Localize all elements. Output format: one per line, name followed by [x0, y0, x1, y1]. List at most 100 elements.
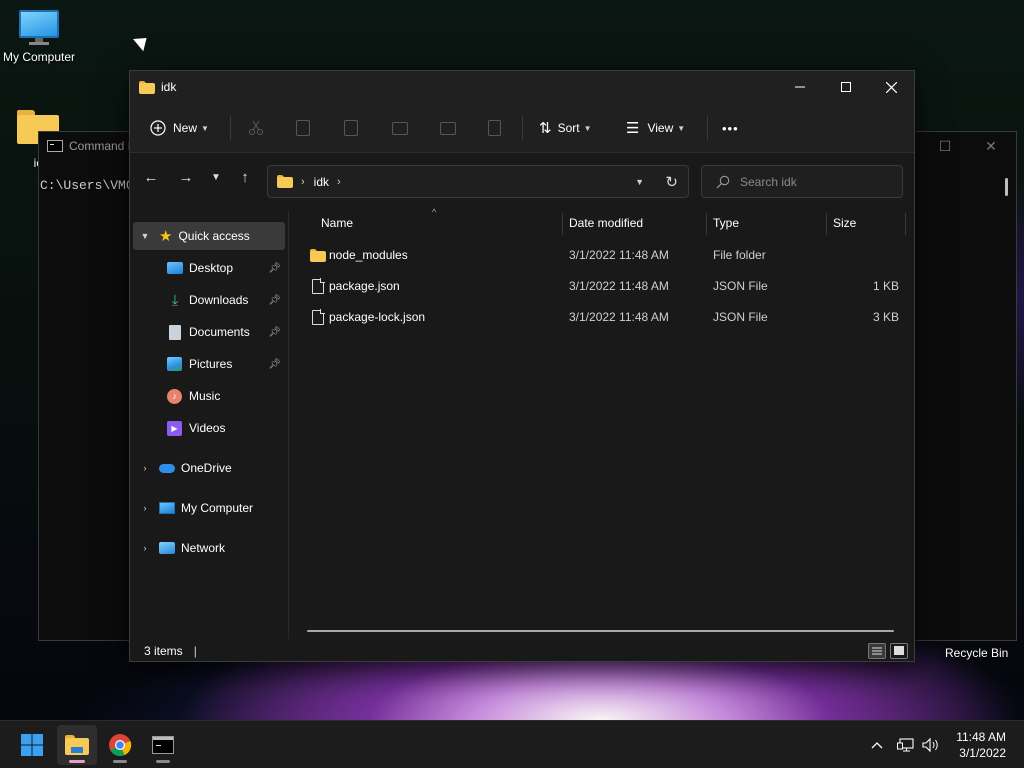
- file-name: package-lock.json: [329, 310, 426, 324]
- rename-button[interactable]: [392, 103, 408, 153]
- chevron-down-icon[interactable]: ▼: [139, 231, 151, 241]
- taskbar-chrome[interactable]: [100, 725, 140, 765]
- table-row[interactable]: package-lock.json 3/1/2022 11:48 AM JSON…: [304, 302, 906, 332]
- up-button[interactable]: ↑: [233, 165, 257, 189]
- nav-item-documents[interactable]: Documents 📌︎: [133, 318, 285, 346]
- desktop-icon-my-computer[interactable]: My Computer: [0, 10, 82, 64]
- pin-icon[interactable]: 📌︎: [268, 359, 281, 370]
- chevron-right-icon[interactable]: ›: [139, 543, 151, 553]
- refresh-icon[interactable]: ↻: [665, 173, 678, 191]
- folder-icon: [277, 175, 293, 188]
- pin-icon[interactable]: 📌︎: [268, 263, 281, 274]
- search-box[interactable]: [701, 165, 903, 198]
- pane-splitter[interactable]: [288, 211, 289, 639]
- column-divider[interactable]: [706, 213, 707, 235]
- cmd-close-button[interactable]: ✕: [968, 132, 1014, 160]
- address-history-dropdown[interactable]: ▼: [635, 177, 644, 187]
- command-prompt-icon: [152, 736, 174, 754]
- back-button[interactable]: ←: [139, 165, 163, 189]
- clock[interactable]: 11:48 AM 3/1/2022: [956, 729, 1006, 761]
- table-row[interactable]: package.json 3/1/2022 11:48 AM JSON File…: [304, 271, 906, 301]
- nav-item-label: OneDrive: [181, 461, 232, 475]
- videos-icon: ▶: [167, 420, 182, 436]
- downloads-icon: ⤓: [171, 291, 179, 309]
- column-divider[interactable]: [826, 213, 827, 235]
- share-button[interactable]: [440, 103, 456, 153]
- column-header-type[interactable]: Type: [713, 211, 823, 235]
- sort-label: Sort: [557, 121, 580, 135]
- nav-item-onedrive[interactable]: › OneDrive: [133, 454, 285, 482]
- horizontal-scrollbar[interactable]: [307, 630, 894, 632]
- chevron-right-icon[interactable]: ›: [139, 503, 151, 513]
- file-explorer-icon: [65, 735, 89, 755]
- onedrive-icon: [159, 463, 175, 473]
- column-header-size[interactable]: Size: [833, 211, 903, 235]
- file-name: package.json: [329, 279, 400, 293]
- minimize-button[interactable]: [777, 71, 823, 103]
- nav-item-videos[interactable]: ▶ Videos: [133, 414, 285, 442]
- nav-item-desktop[interactable]: Desktop 📌︎: [133, 254, 285, 282]
- nav-item-quick-access[interactable]: ▼ ★ Quick access: [133, 222, 285, 250]
- cut-icon: [249, 120, 263, 135]
- nav-item-label: Network: [181, 541, 226, 555]
- arrow-left-icon: ←: [143, 168, 159, 186]
- explorer-titlebar[interactable]: idk: [130, 71, 914, 103]
- cmd-scrollbar[interactable]: [1005, 178, 1008, 196]
- column-divider[interactable]: [905, 213, 906, 235]
- file-explorer-window[interactable]: idk New ▼ ⇅ Sort ▼ ☰ View ▼ ••• ← → ▼ ↑ …: [129, 70, 915, 662]
- chevron-right-icon[interactable]: ›: [139, 463, 151, 473]
- address-bar[interactable]: › idk › ▼ ↻: [267, 165, 689, 198]
- maximize-button[interactable]: [823, 71, 869, 103]
- column-header-name[interactable]: Name: [321, 211, 561, 235]
- search-input[interactable]: [740, 174, 890, 189]
- copy-button[interactable]: [296, 103, 310, 153]
- nav-item-network[interactable]: › Network: [133, 534, 285, 562]
- recycle-bin-label[interactable]: Recycle Bin: [945, 646, 1008, 660]
- pin-icon[interactable]: 📌︎: [268, 327, 281, 338]
- paste-button[interactable]: [344, 103, 358, 153]
- view-button[interactable]: ☰ View ▼: [626, 103, 685, 153]
- show-hidden-icons-button[interactable]: [870, 721, 884, 768]
- taskbar: 11:48 AM 3/1/2022: [0, 720, 1024, 768]
- large-icons-view-button[interactable]: [890, 643, 908, 659]
- taskbar-terminal[interactable]: [143, 725, 183, 765]
- close-button[interactable]: [868, 71, 914, 103]
- table-row[interactable]: node_modules 3/1/2022 11:48 AM File fold…: [304, 240, 906, 270]
- delete-button[interactable]: [488, 103, 501, 153]
- nav-item-pictures[interactable]: Pictures 📌︎: [133, 350, 285, 378]
- recent-locations-button[interactable]: ▼: [204, 165, 228, 189]
- more-icon: •••: [722, 120, 739, 136]
- column-header-date[interactable]: Date modified: [569, 211, 704, 235]
- window-title: idk: [161, 80, 177, 94]
- running-indicator: [113, 760, 127, 763]
- new-button[interactable]: New ▼: [150, 103, 209, 153]
- nav-item-my-computer[interactable]: › My Computer: [133, 494, 285, 522]
- cmd-maximize-button[interactable]: ☐: [922, 132, 968, 160]
- nav-item-label: Desktop: [189, 261, 234, 275]
- network-icon: [159, 542, 175, 554]
- pin-icon[interactable]: 📌︎: [268, 295, 281, 306]
- status-separator: |: [193, 644, 197, 658]
- more-options-button[interactable]: •••: [722, 103, 739, 153]
- sort-button[interactable]: ⇅ Sort ▼: [539, 103, 592, 153]
- details-view-button[interactable]: [868, 643, 886, 659]
- desktop-icon: [167, 262, 183, 274]
- network-status-button[interactable]: [897, 721, 915, 768]
- share-icon: [440, 121, 456, 135]
- computer-icon: [159, 502, 175, 514]
- breadcrumb-separator-icon[interactable]: ›: [337, 176, 341, 188]
- nav-item-music[interactable]: ♪ Music: [133, 382, 285, 410]
- file-date: 3/1/2022 11:48 AM: [569, 279, 669, 293]
- volume-button[interactable]: [921, 721, 941, 768]
- nav-item-downloads[interactable]: ⤓ Downloads 📌︎: [133, 286, 285, 314]
- cut-button[interactable]: [248, 103, 264, 153]
- chevron-down-icon: ▼: [211, 171, 221, 183]
- taskbar-file-explorer[interactable]: [57, 725, 97, 765]
- breadcrumb-item[interactable]: idk: [314, 175, 329, 189]
- pictures-icon: [167, 357, 182, 371]
- forward-button[interactable]: →: [174, 165, 198, 189]
- start-button[interactable]: [12, 725, 52, 765]
- column-divider[interactable]: [562, 213, 563, 235]
- file-type: JSON File: [713, 310, 768, 324]
- nav-item-label: Documents: [189, 325, 250, 339]
